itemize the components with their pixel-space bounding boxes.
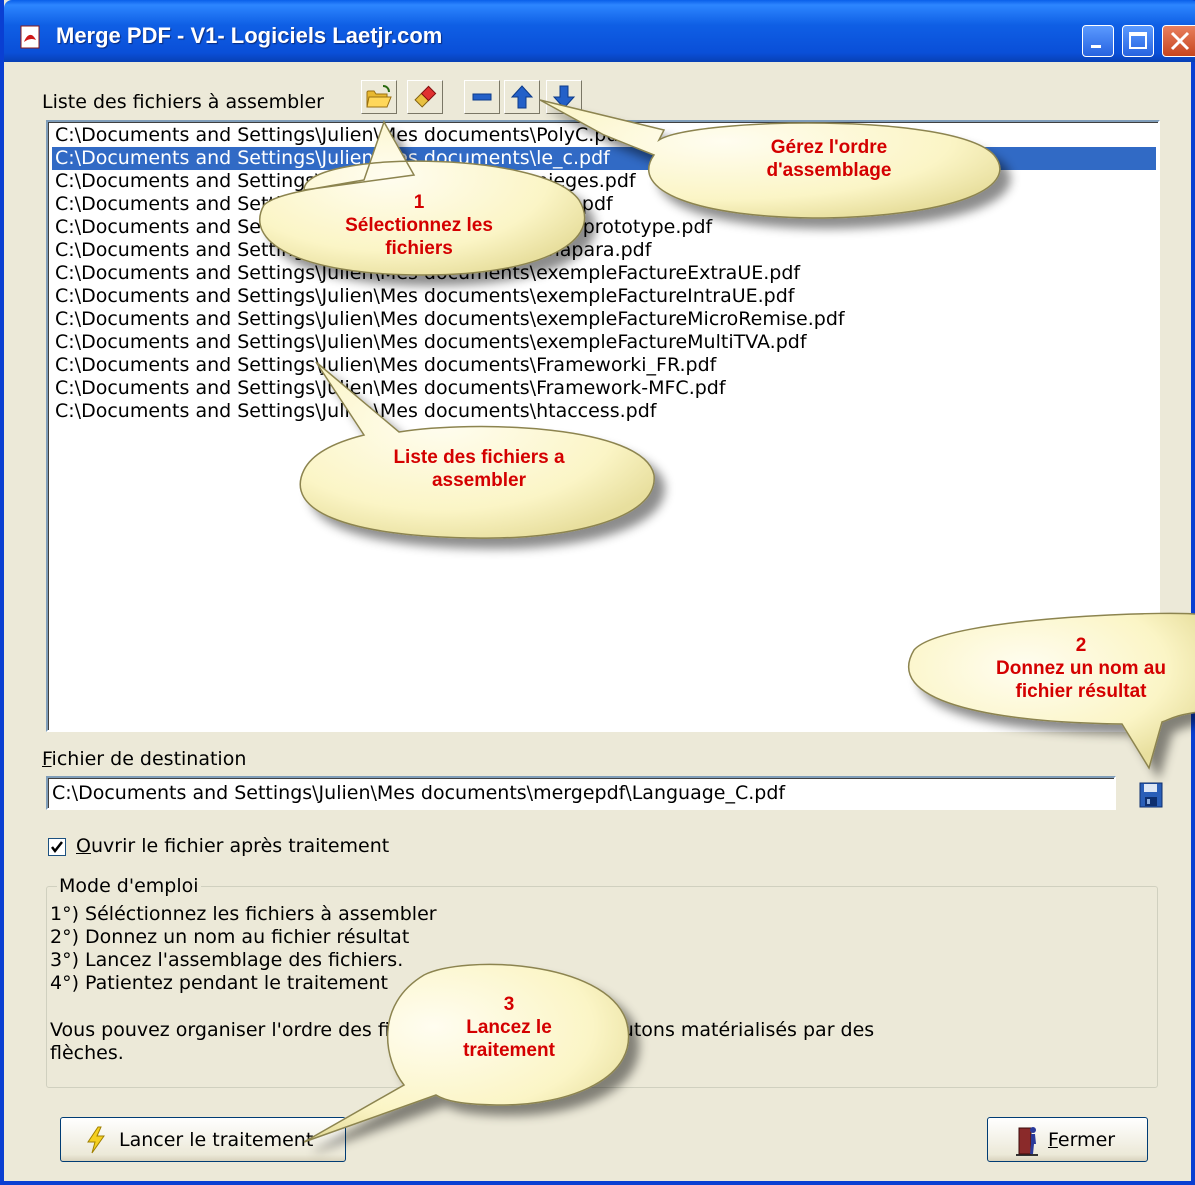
- callout-run-text: 3 Lancez le traitement: [419, 993, 599, 1062]
- callout-list-line: assembler: [431, 470, 526, 491]
- callout-order-text: Gérez l'ordre d'assemblage: [714, 136, 944, 182]
- callout-name-number: 2: [1075, 635, 1087, 656]
- callout-select-number: 1: [413, 192, 425, 213]
- callout-run-number: 3: [503, 994, 515, 1015]
- callout-order-line: d'assemblage: [766, 160, 892, 181]
- callout-run-line: Lancez le: [466, 1017, 552, 1038]
- callout-select-line: fichiers: [385, 238, 453, 259]
- callout-select-text: 1 Sélectionnez les fichiers: [304, 191, 534, 260]
- callout-name-line: Donnez un nom au: [996, 658, 1166, 679]
- callout-name-text: 2 Donnez un nom au fichier résultat: [966, 634, 1195, 703]
- callout-list-text: Liste des fichiers a assembler: [349, 446, 609, 492]
- callout-list-line: Liste des fichiers a: [393, 447, 565, 468]
- callout-run-line: traitement: [463, 1040, 555, 1061]
- callout-name-line: fichier résultat: [1015, 681, 1147, 702]
- callout-select-line: Sélectionnez les: [345, 215, 493, 236]
- callout-order-line: Gérez l'ordre: [770, 137, 888, 158]
- main-window: Merge PDF - V1- Logiciels Laetjr.com Lis…: [0, 0, 1195, 1185]
- callout-shapes: [259, 99, 1195, 1143]
